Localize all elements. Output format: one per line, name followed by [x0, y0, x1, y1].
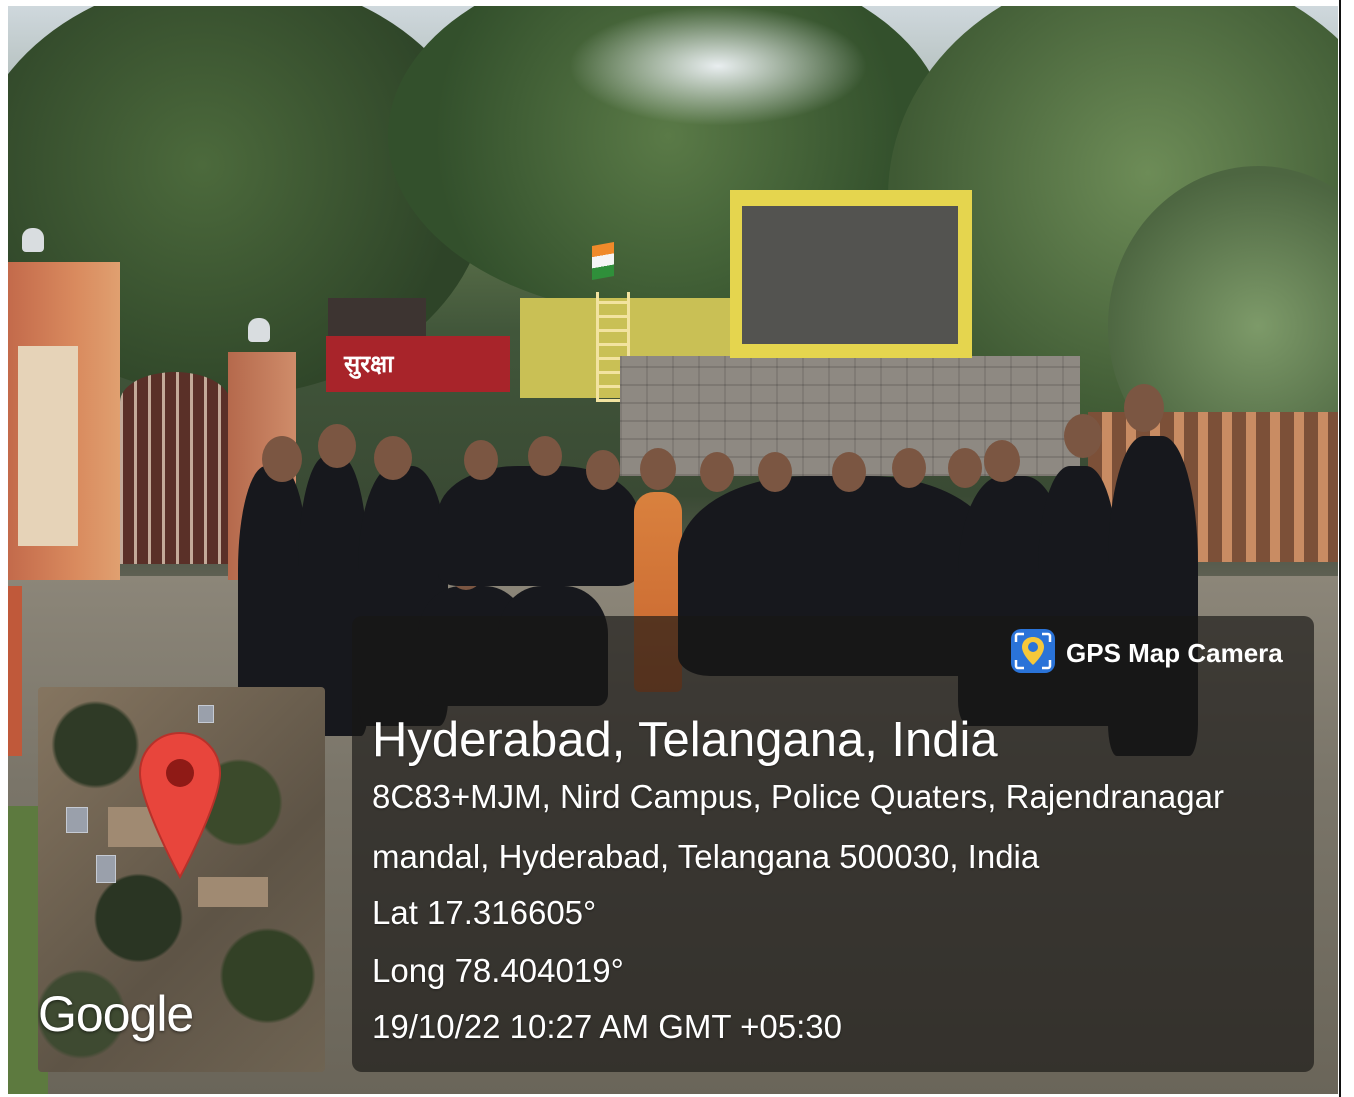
map-building	[198, 705, 214, 723]
person-head	[832, 452, 866, 492]
person-head	[984, 440, 1020, 482]
person-head	[1124, 384, 1164, 432]
lamp-right	[248, 318, 270, 342]
timestamp: 19/10/22 10:27 AM GMT +05:30	[372, 1008, 842, 1045]
person-head	[318, 424, 356, 468]
person-head	[948, 448, 982, 488]
person-head	[374, 436, 412, 480]
iron-gate	[120, 372, 230, 564]
map-building	[96, 855, 116, 883]
google-map-logo: Google	[38, 986, 194, 1042]
map-pin-icon	[138, 731, 222, 880]
person-head	[700, 452, 734, 492]
person-head	[1064, 414, 1102, 458]
address-line-2: mandal, Hyderabad, Telangana 500030, Ind…	[372, 838, 1040, 875]
person-head	[892, 448, 926, 488]
person-head	[262, 436, 302, 482]
longitude-readout: Long 78.404019°	[372, 952, 624, 989]
person-head	[528, 436, 562, 476]
person-head	[586, 450, 620, 490]
address-line-1: 8C83+MJM, Nird Campus, Police Quaters, R…	[372, 778, 1224, 815]
gps-camera-app-icon	[1011, 629, 1055, 673]
person-head	[640, 448, 676, 490]
brick-structure	[328, 298, 426, 336]
map-clearing	[198, 877, 268, 907]
gps-map-camera-label: GPS Map Camera	[1066, 638, 1283, 668]
frame-border	[1339, 0, 1341, 1097]
gate-pillar-panel	[18, 346, 78, 546]
red-pole	[8, 586, 22, 756]
place-title: Hyderabad, Telangana, India	[372, 713, 998, 767]
person-head	[758, 452, 792, 492]
person-head	[464, 440, 498, 480]
map-building	[66, 807, 88, 833]
latitude-readout: Lat 17.316605°	[372, 894, 597, 931]
national-flag	[592, 242, 614, 280]
sky-patch	[568, 6, 868, 126]
display-board	[742, 206, 958, 344]
security-signboard-text: सुरक्षा	[344, 350, 394, 378]
gps-map-camera-badge: GPS Map Camera	[1008, 624, 1308, 682]
lamp-left	[22, 228, 44, 252]
